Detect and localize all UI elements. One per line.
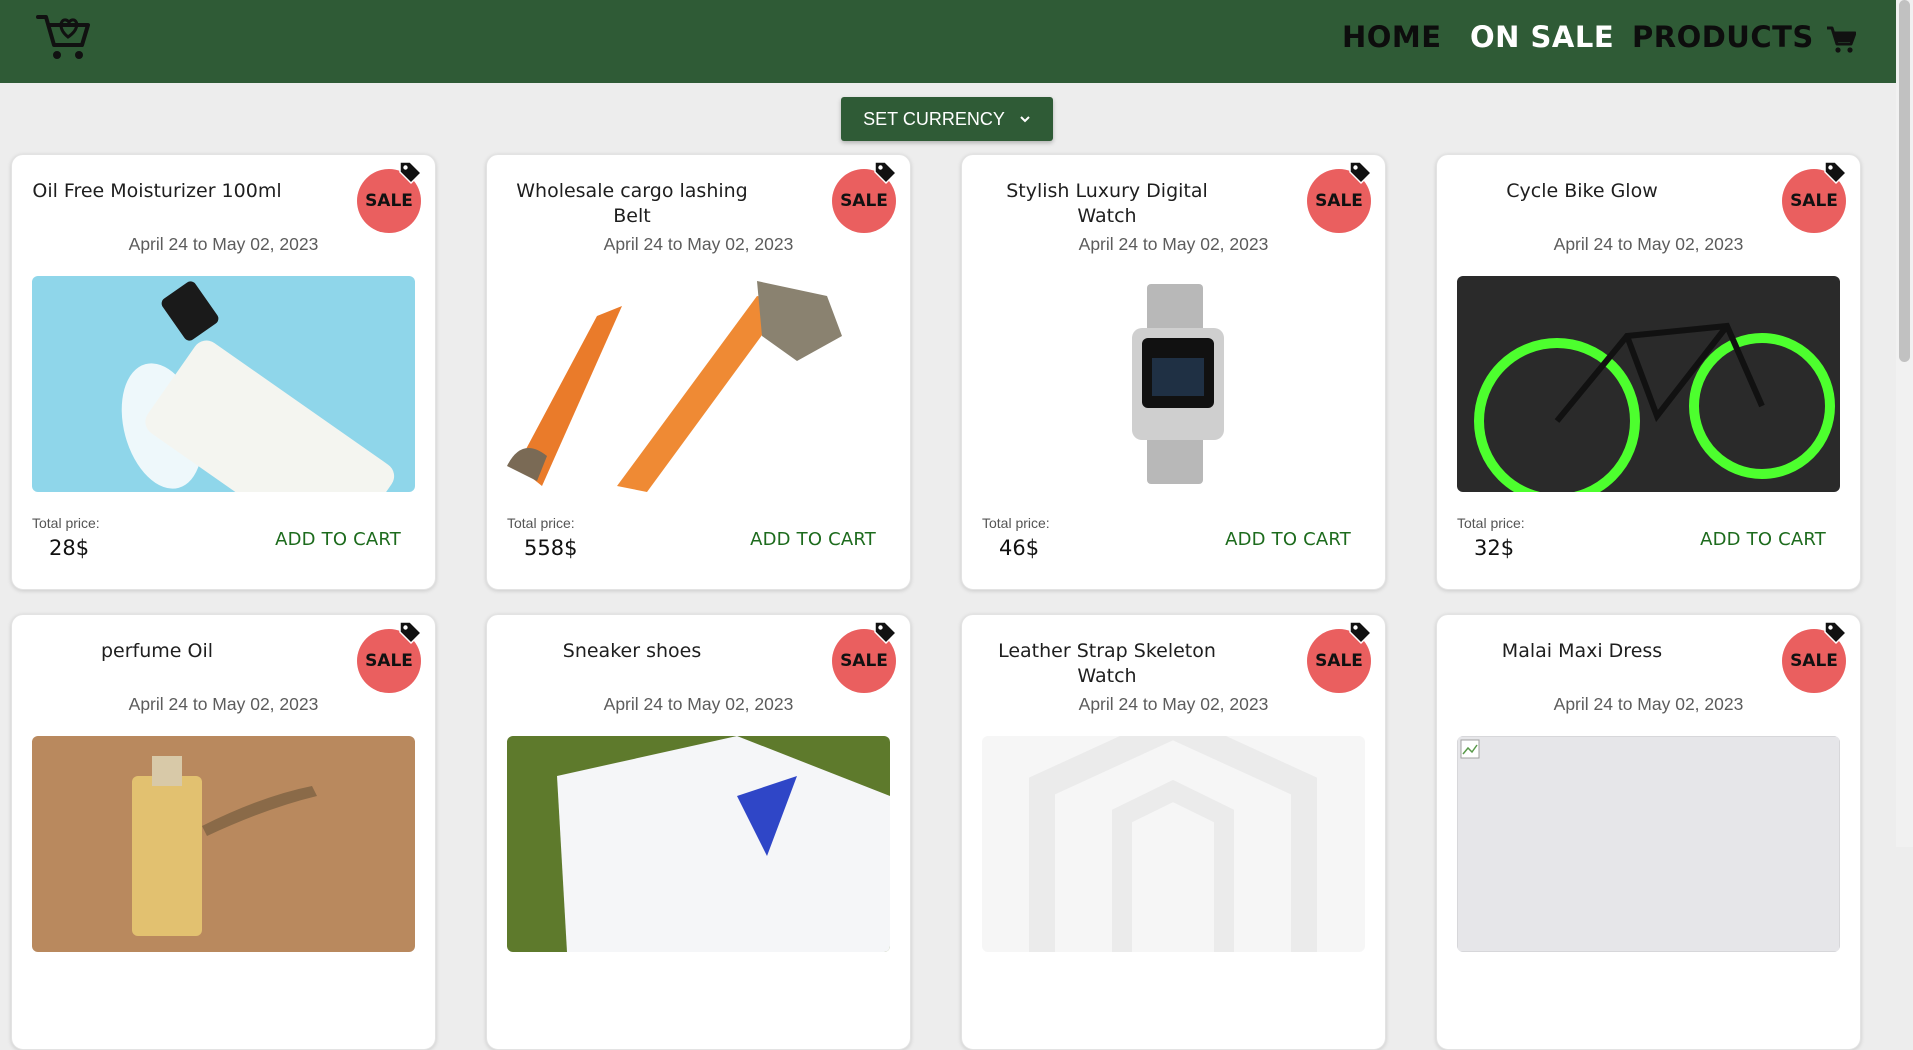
total-price-label: Total price: [1457, 515, 1525, 531]
total-price-label: Total price: [982, 515, 1050, 531]
product-title: Stylish Luxury Digital Watch [1006, 180, 1208, 227]
product-image[interactable] [32, 276, 415, 492]
price-tag-icon [1824, 621, 1848, 645]
top-navigation-bar: HOME ON SALE PRODUCTS [0, 0, 1896, 83]
sale-dates: April 24 to May 02, 2023 [128, 694, 319, 714]
price-tag-icon [399, 621, 423, 645]
product-card-cycle-bike: Cycle Bike Glow SALE April 24 to May 02,… [1436, 154, 1861, 590]
sale-dates: April 24 to May 02, 2023 [1553, 694, 1744, 714]
product-image[interactable] [982, 276, 1365, 492]
sale-dates: April 24 to May 02, 2023 [603, 694, 794, 714]
set-currency-label: SET CURRENCY [863, 108, 1005, 129]
product-image[interactable] [32, 736, 415, 952]
shopping-cart-heart-logo-icon[interactable] [36, 11, 92, 61]
product-image[interactable] [1457, 276, 1840, 492]
sale-dates: April 24 to May 02, 2023 [603, 234, 794, 254]
product-title: Wholesale cargo lashing Belt [516, 180, 748, 227]
product-card-maxi-dress: Malai Maxi Dress SALE April 24 to May 02… [1436, 614, 1861, 1050]
product-image[interactable] [507, 736, 890, 952]
product-title: Sneaker shoes [562, 640, 702, 662]
total-price-label: Total price: [507, 515, 575, 531]
product-title: perfume Oil [100, 640, 214, 662]
nav-products[interactable]: PRODUCTS [1632, 20, 1814, 54]
nav-home[interactable]: HOME [1342, 20, 1442, 54]
sale-dates: April 24 to May 02, 2023 [1553, 234, 1744, 254]
chevron-down-icon [1020, 116, 1030, 123]
price-tag-icon [1349, 621, 1373, 645]
vertical-scrollbar[interactable] [1896, 0, 1913, 847]
placeholder-image-icon[interactable] [982, 736, 1365, 952]
product-card-digital-watch: Stylish Luxury Digital Watch SALE April … [961, 154, 1386, 590]
price-value: 558$ [524, 536, 578, 560]
sale-dates: April 24 to May 02, 2023 [1078, 694, 1269, 714]
product-card-cargo-belt: Wholesale cargo lashing Belt SALE April … [486, 154, 911, 590]
sale-dates: April 24 to May 02, 2023 [128, 234, 319, 254]
product-title: Oil Free Moisturizer 100ml [32, 180, 282, 202]
product-card-moisturizer: Oil Free Moisturizer 100ml SALE April 24… [11, 154, 436, 590]
add-to-cart-button[interactable]: ADD TO CART [750, 529, 876, 550]
price-value: 46$ [999, 536, 1040, 560]
product-image[interactable] [507, 276, 890, 492]
price-tag-icon [874, 161, 898, 185]
broken-image-icon[interactable] [1457, 736, 1840, 952]
product-card-sneaker-shoes: Sneaker shoes SALE April 24 to May 02, 2… [486, 614, 911, 1050]
product-card-skeleton-watch: Leather Strap Skeleton Watch SALE April … [961, 614, 1386, 1050]
scrollbar-thumb[interactable] [1899, 0, 1910, 362]
price-value: 28$ [49, 536, 90, 560]
total-price-label: Total price: [32, 515, 100, 531]
price-tag-icon [1349, 161, 1373, 185]
add-to-cart-button[interactable]: ADD TO CART [275, 529, 401, 550]
add-to-cart-button[interactable]: ADD TO CART [1700, 529, 1826, 550]
price-tag-icon [399, 161, 423, 185]
product-title: Malai Maxi Dress [1501, 640, 1663, 662]
product-title: Cycle Bike Glow [1506, 180, 1658, 202]
price-value: 32$ [1474, 536, 1515, 560]
price-tag-icon [1824, 161, 1848, 185]
add-to-cart-button[interactable]: ADD TO CART [1225, 529, 1351, 550]
nav-on-sale[interactable]: ON SALE [1470, 20, 1614, 54]
product-card-perfume-oil: perfume Oil SALE April 24 to May 02, 202… [11, 614, 436, 1050]
set-currency-button[interactable]: SET CURRENCY [841, 97, 1053, 141]
sale-dates: April 24 to May 02, 2023 [1078, 234, 1269, 254]
product-title: Leather Strap Skeleton Watch [998, 640, 1216, 687]
price-tag-icon [874, 621, 898, 645]
shopping-cart-icon[interactable] [1826, 26, 1856, 54]
